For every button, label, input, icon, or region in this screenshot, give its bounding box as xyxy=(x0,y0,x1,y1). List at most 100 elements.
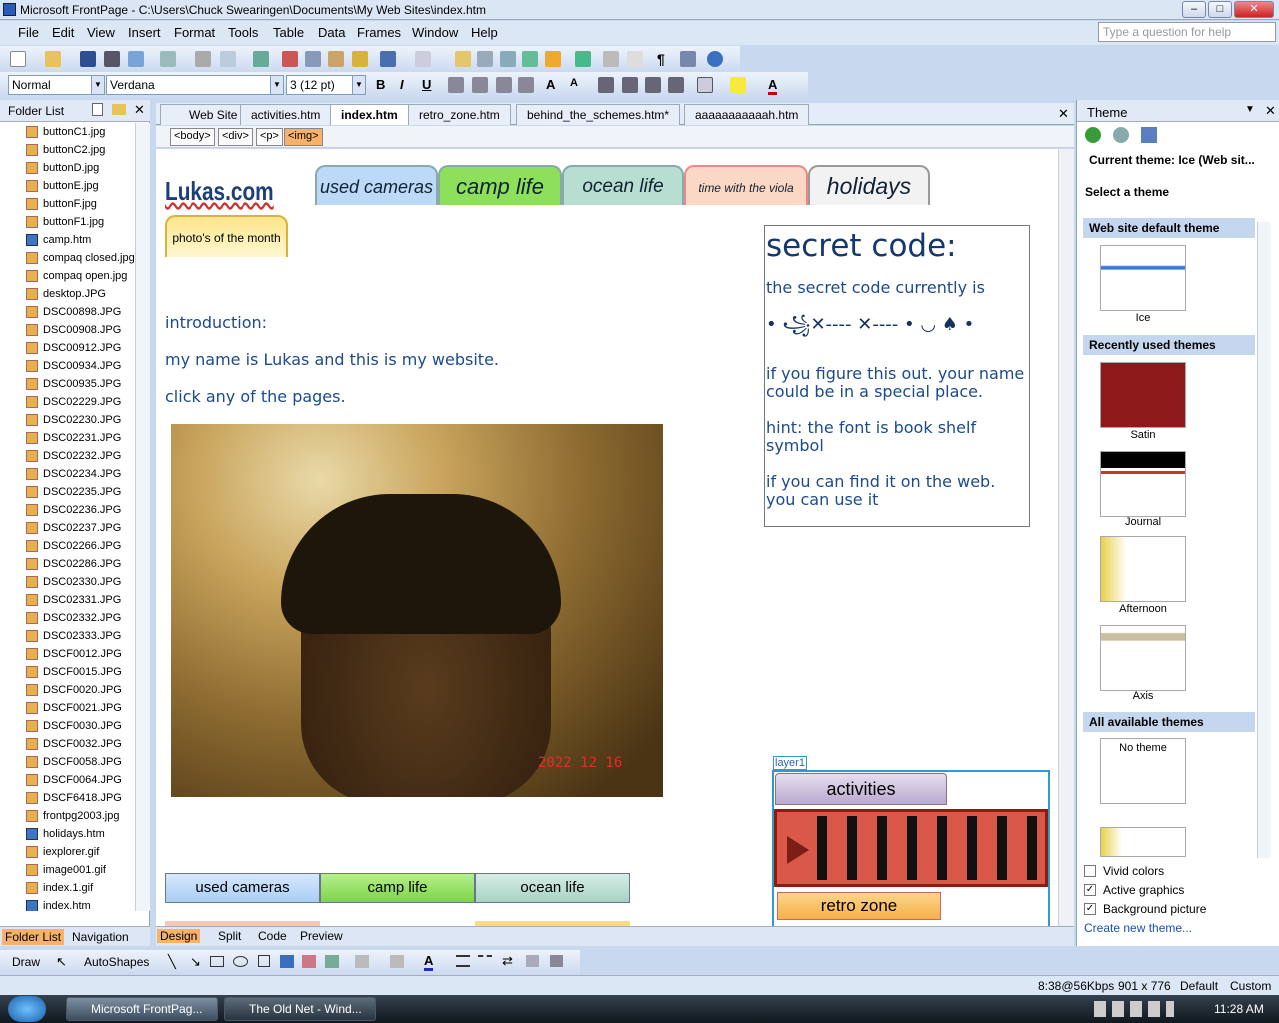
bottom-button-camp-life[interactable]: camp life xyxy=(320,873,475,903)
text-box-icon[interactable] xyxy=(258,955,270,967)
taskbar-item-ie[interactable]: The Old Net - Wind... xyxy=(224,997,376,1021)
close-button[interactable]: ✕ xyxy=(1234,1,1274,18)
menu-window[interactable]: Window xyxy=(412,25,458,40)
justify-icon[interactable] xyxy=(518,77,534,93)
decrease-font-button[interactable]: A xyxy=(570,77,578,89)
tab-web-site[interactable]: Web Site xyxy=(160,104,249,125)
file-item[interactable]: DSC02235.JPG xyxy=(0,483,135,501)
style-select[interactable]: Normal ▼ xyxy=(8,75,105,95)
redo-icon[interactable] xyxy=(415,51,431,67)
file-item[interactable]: index.1.gif xyxy=(0,879,135,897)
clock[interactable]: 11:28 AM xyxy=(1214,1002,1264,1016)
code-view-button[interactable]: Code xyxy=(258,929,287,943)
nav-tab-camp-life[interactable]: camp life xyxy=(438,165,562,205)
tag-div[interactable]: <div> xyxy=(218,128,253,146)
bold-button[interactable]: B xyxy=(376,77,385,92)
web-component-icon[interactable] xyxy=(455,51,471,67)
font-color-icon[interactable]: A xyxy=(768,77,778,95)
rectangle-icon[interactable] xyxy=(210,956,224,967)
tray-icons[interactable] xyxy=(1094,1001,1174,1017)
search-icon[interactable] xyxy=(104,51,120,67)
file-item[interactable]: DSCF0058.JPG xyxy=(0,753,135,771)
wordart-icon[interactable] xyxy=(280,955,294,968)
insert-picture-icon[interactable] xyxy=(325,955,339,968)
file-item[interactable]: DSCF0032.JPG xyxy=(0,735,135,753)
layer-1[interactable]: activities retro zone xyxy=(772,770,1050,926)
italic-button[interactable]: I xyxy=(400,77,404,92)
file-item[interactable]: DSCF0030.JPG xyxy=(0,717,135,735)
tag-body[interactable]: <body> xyxy=(170,128,215,146)
show-all-icon[interactable]: ¶ xyxy=(657,51,673,67)
menu-tools[interactable]: Tools xyxy=(228,25,258,40)
theme-thumbnail-more[interactable] xyxy=(1100,827,1186,857)
file-item[interactable]: image001.gif xyxy=(0,861,135,879)
open-folder-icon[interactable] xyxy=(45,51,61,67)
print-icon[interactable] xyxy=(195,51,211,67)
file-item[interactable]: desktop.JPG xyxy=(0,285,135,303)
nav-tab-viola[interactable]: time with the viola xyxy=(684,165,808,205)
menu-view[interactable]: View xyxy=(87,25,115,40)
tag-p[interactable]: <p> xyxy=(256,128,283,146)
oval-icon[interactable] xyxy=(233,956,248,967)
save-icon[interactable] xyxy=(80,51,96,67)
layer-label[interactable]: layer1 xyxy=(773,756,807,770)
theme-thumbnail-journal[interactable] xyxy=(1100,451,1186,517)
file-item[interactable]: DSC02333.JPG xyxy=(0,627,135,645)
tab-behind-the-schemes[interactable]: behind_the_schemes.htm* xyxy=(516,104,681,125)
tag-img[interactable]: <img> xyxy=(284,128,323,146)
toggle-pane-icon[interactable] xyxy=(160,51,176,67)
file-item[interactable]: buttonC1.jpg xyxy=(0,123,135,141)
menu-table[interactable]: Table xyxy=(273,25,304,40)
line-style-icon[interactable] xyxy=(456,955,470,967)
spelling-icon[interactable] xyxy=(253,51,269,67)
maximize-button[interactable]: □ xyxy=(1208,1,1232,18)
insert-layer-icon[interactable] xyxy=(500,51,516,67)
arrow-style-icon[interactable]: ⇄ xyxy=(502,953,513,969)
nav-tab-ocean-life[interactable]: ocean life xyxy=(562,165,684,205)
cut-icon[interactable] xyxy=(282,51,298,67)
hyperlink-icon[interactable] xyxy=(575,51,591,67)
file-item[interactable]: DSC02330.JPG xyxy=(0,573,135,591)
back-icon[interactable] xyxy=(1085,127,1101,143)
file-item[interactable]: DSC00898.JPG xyxy=(0,303,135,321)
mode-custom[interactable]: Custom xyxy=(1230,979,1271,993)
folder-scrollbar[interactable] xyxy=(135,123,150,911)
profile-photo[interactable]: 2022 12 16 xyxy=(171,424,663,797)
minimize-button[interactable]: – xyxy=(1182,1,1206,18)
insert-table-icon[interactable] xyxy=(477,51,493,67)
file-item[interactable]: DSC02229.JPG xyxy=(0,393,135,411)
menu-data[interactable]: Data xyxy=(318,25,345,40)
file-item[interactable]: DSC00935.JPG xyxy=(0,375,135,393)
refresh-icon[interactable] xyxy=(603,51,619,67)
select-objects-icon[interactable]: ↖ xyxy=(56,954,67,970)
menu-frames[interactable]: Frames xyxy=(357,25,401,40)
underline-button[interactable]: U xyxy=(422,77,431,92)
file-item[interactable]: DSC02237.JPG xyxy=(0,519,135,537)
file-item[interactable]: DSC02232.JPG xyxy=(0,447,135,465)
shadow-icon[interactable] xyxy=(526,955,539,967)
tab-activities[interactable]: activities.htm xyxy=(240,104,332,125)
file-item[interactable]: DSC02231.JPG xyxy=(0,429,135,447)
line-icon[interactable]: ╲ xyxy=(168,954,176,970)
menu-format[interactable]: Format xyxy=(174,25,215,40)
tab-folder-list[interactable]: Folder List xyxy=(2,929,65,945)
file-item[interactable]: DSC02230.JPG xyxy=(0,411,135,429)
file-item[interactable]: frontpg2003.jpg xyxy=(0,807,135,825)
tab-index[interactable]: index.htm xyxy=(330,104,409,125)
file-item[interactable]: DSCF6418.JPG xyxy=(0,789,135,807)
tab-aaaaah[interactable]: aaaaaaaaaaah.htm xyxy=(684,104,810,125)
theme-thumbnail-satin[interactable] xyxy=(1100,362,1186,428)
menu-edit[interactable]: Edit xyxy=(52,25,74,40)
page-scrollbar[interactable] xyxy=(1058,149,1074,926)
format-painter-icon[interactable] xyxy=(352,51,368,67)
file-item[interactable]: DSC00912.JPG xyxy=(0,339,135,357)
file-item[interactable]: camp.htm xyxy=(0,231,135,249)
help-search-input[interactable]: Type a question for help xyxy=(1098,22,1276,42)
start-button[interactable] xyxy=(8,996,46,1022)
clip-art-icon[interactable] xyxy=(302,955,316,968)
forward-icon[interactable] xyxy=(1113,127,1129,143)
mode-default[interactable]: Default xyxy=(1180,979,1218,993)
draw-menu-button[interactable]: Draw xyxy=(12,955,40,969)
taskbar-item-frontpage[interactable]: Microsoft FrontPag... xyxy=(66,997,218,1021)
bottom-button-used-cameras[interactable]: used cameras xyxy=(165,873,320,903)
